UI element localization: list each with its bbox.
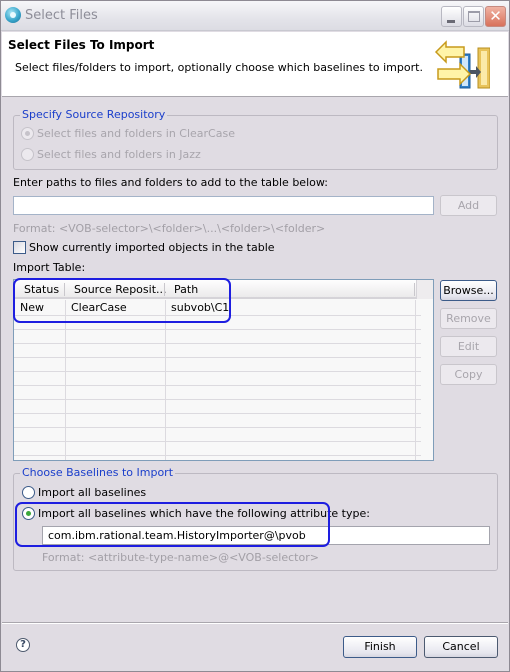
minimize-icon <box>447 20 455 23</box>
row-gridline <box>14 329 421 330</box>
wizard-header: Select Files To Import Select files/fold… <box>2 32 508 97</box>
radio-jazz-label: Select files and folders in Jazz <box>37 148 201 161</box>
cell-status: New <box>20 301 44 314</box>
page-title: Select Files To Import <box>8 38 155 52</box>
radio-button-icon <box>22 507 35 520</box>
help-icon[interactable]: ? <box>16 638 30 652</box>
page-description: Select files/folders to import, optional… <box>15 61 423 74</box>
attribute-format-hint: Format: <attribute-type-name>@<VOB-selec… <box>42 551 319 564</box>
source-repository-group: Specify Source Repository Select files a… <box>13 108 498 170</box>
radio-button-icon <box>22 486 35 499</box>
row-gridline <box>14 455 421 456</box>
radio-clearcase[interactable]: Select files and folders in ClearCase <box>21 127 235 140</box>
radio-import-by-attribute-label: Import all baselines which have the foll… <box>38 507 370 520</box>
attribute-type-input[interactable]: com.ibm.rational.team.HistoryImporter@\p… <box>42 526 490 545</box>
add-button[interactable]: Add <box>440 195 497 216</box>
radio-import-all[interactable]: Import all baselines <box>22 486 146 499</box>
path-entry-label: Enter paths to files and folders to add … <box>13 176 328 189</box>
row-gridline <box>14 441 421 442</box>
maximize-icon <box>468 11 480 22</box>
browse-button[interactable]: Browse... <box>440 280 497 301</box>
title-bar[interactable]: Select Files ✕ <box>1 1 509 31</box>
column-separator[interactable] <box>414 283 415 296</box>
radio-button-icon <box>21 148 34 161</box>
column-separator[interactable] <box>64 283 65 296</box>
column-header-source[interactable]: Source Reposit... <box>74 283 167 296</box>
column-header-path[interactable]: Path <box>174 283 198 296</box>
column-gridline <box>415 300 416 460</box>
row-gridline <box>14 357 421 358</box>
baselines-legend: Choose Baselines to Import <box>20 466 176 479</box>
column-separator[interactable] <box>164 283 165 296</box>
row-gridline <box>14 399 421 400</box>
show-imported-label[interactable]: Show currently imported objects in the t… <box>29 241 275 254</box>
radio-import-all-label: Import all baselines <box>38 486 147 499</box>
close-icon: ✕ <box>489 7 502 25</box>
import-table-label: Import Table: <box>13 261 86 274</box>
table-header: Status Source Reposit... Path <box>14 280 433 299</box>
cancel-button[interactable]: Cancel <box>424 636 498 658</box>
finish-button[interactable]: Finish <box>343 636 417 658</box>
header-filler <box>416 280 433 299</box>
footer-separator <box>2 622 508 624</box>
app-icon <box>5 7 21 23</box>
path-format-hint: Format: <VOB-selector>\<folder>\...\<fol… <box>13 222 326 235</box>
edit-button[interactable]: Edit <box>440 336 497 357</box>
column-gridline <box>165 300 166 460</box>
close-button[interactable]: ✕ <box>485 6 506 27</box>
column-gridline <box>65 300 66 460</box>
row-gridline <box>14 371 421 372</box>
table-row[interactable]: New ClearCase subvob\C1 <box>14 301 416 315</box>
source-repository-legend: Specify Source Repository <box>20 108 168 121</box>
row-gridline <box>14 413 421 414</box>
column-header-status[interactable]: Status <box>24 283 59 296</box>
row-gridline <box>14 427 421 428</box>
import-arrows-icon <box>434 40 490 89</box>
path-input[interactable] <box>13 196 434 215</box>
window-title: Select Files <box>25 8 98 23</box>
baselines-group: Choose Baselines to Import Import all ba… <box>13 466 498 571</box>
copy-button[interactable]: Copy <box>440 364 497 385</box>
cell-source: ClearCase <box>71 301 127 314</box>
row-gridline <box>14 343 421 344</box>
row-gridline <box>14 315 421 316</box>
radio-import-by-attribute[interactable]: Import all baselines which have the foll… <box>22 507 370 520</box>
cell-path: subvob\C1 <box>171 301 230 314</box>
radio-jazz[interactable]: Select files and folders in Jazz <box>21 148 201 161</box>
import-table[interactable]: Status Source Reposit... Path New ClearC… <box>13 279 434 461</box>
show-imported-checkbox[interactable] <box>13 241 26 254</box>
select-files-dialog: Select Files ✕ Select Files To Import Se… <box>0 0 510 672</box>
maximize-button[interactable] <box>463 6 484 27</box>
radio-clearcase-label: Select files and folders in ClearCase <box>37 127 235 140</box>
remove-button[interactable]: Remove <box>440 308 497 329</box>
radio-button-icon <box>21 127 34 140</box>
row-gridline <box>14 385 421 386</box>
minimize-button[interactable] <box>441 6 462 27</box>
